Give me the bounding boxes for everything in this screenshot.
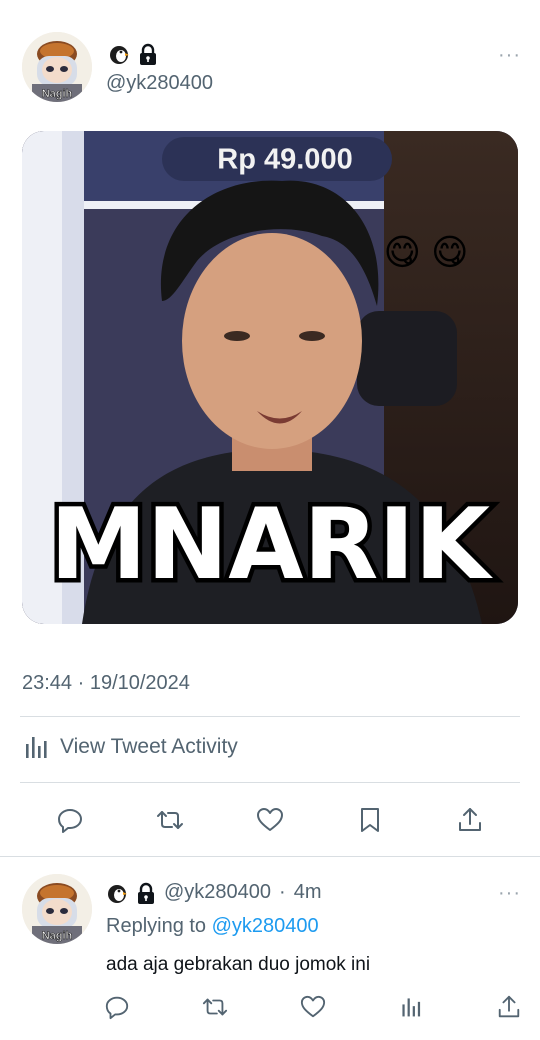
replying-to-handle-link[interactable]: @yk280400 [212,915,319,937]
bookmark-button[interactable] [350,800,390,840]
replying-to-prefix: Replying to [106,915,212,937]
like-icon [257,808,283,831]
bookmark-icon [361,808,379,832]
activity-icon [402,998,421,1017]
penguin-icon [108,884,127,903]
reply-time: 4m [293,881,322,903]
reply-handle[interactable]: @yk280400 [164,881,271,904]
reply-icon [105,996,129,1020]
retweet-icon [157,811,183,829]
reply-icon [58,809,82,833]
meta-separator: · [279,881,286,903]
tweet-action-bar [40,800,500,840]
avatar-label: Nagih [42,930,73,942]
reply-button[interactable] [50,800,90,840]
tweet-media[interactable]: Rp 49.000 😋 😋 MNARIK [22,131,518,624]
reply-reply-button[interactable] [98,988,136,1026]
reply-more-options-icon[interactable]: ··· [498,882,521,905]
activity-icon [26,737,47,758]
share-button[interactable] [450,800,490,840]
activity-label: View Tweet Activity [60,735,238,758]
lock-icon [138,882,154,904]
tweet-handle[interactable]: @yk280400 [106,72,213,95]
reply-avatar[interactable]: Nagih [22,874,92,944]
retweet-icon [202,998,228,1016]
avatar-label: Nagih [42,88,73,100]
reply-like-button[interactable] [294,988,332,1026]
share-icon [498,995,520,1018]
reaction-emojis: 😋 😋 [383,232,468,273]
display-name-emojis [108,43,158,65]
more-options-icon[interactable]: ··· [498,44,521,67]
reply-action-bar [98,988,528,1026]
retweet-button[interactable] [150,800,190,840]
divider [20,716,520,717]
reply-text: ada aja gebrakan duo jomok ini [106,954,371,975]
divider [20,782,520,783]
like-button[interactable] [250,800,290,840]
share-icon [459,808,481,831]
section-divider [0,856,540,857]
like-icon [300,995,326,1018]
reply-activity-button[interactable] [392,988,430,1026]
avatar[interactable]: Nagih [22,32,92,102]
penguin-icon [110,46,129,64]
replying-to: Replying to @yk280400 [106,915,319,938]
reply-share-button[interactable] [490,988,528,1026]
meme-caption: MNARIK [50,488,493,602]
reply-header: @yk280400 · 4m [106,881,322,904]
lock-icon [140,43,156,65]
price-tag: Rp 49.000 [217,144,352,176]
tweet-timestamp: 23:44 · 19/10/2024 [22,672,190,694]
reply-retweet-button[interactable] [196,988,234,1026]
view-tweet-activity-link[interactable]: View Tweet Activity [22,733,238,761]
